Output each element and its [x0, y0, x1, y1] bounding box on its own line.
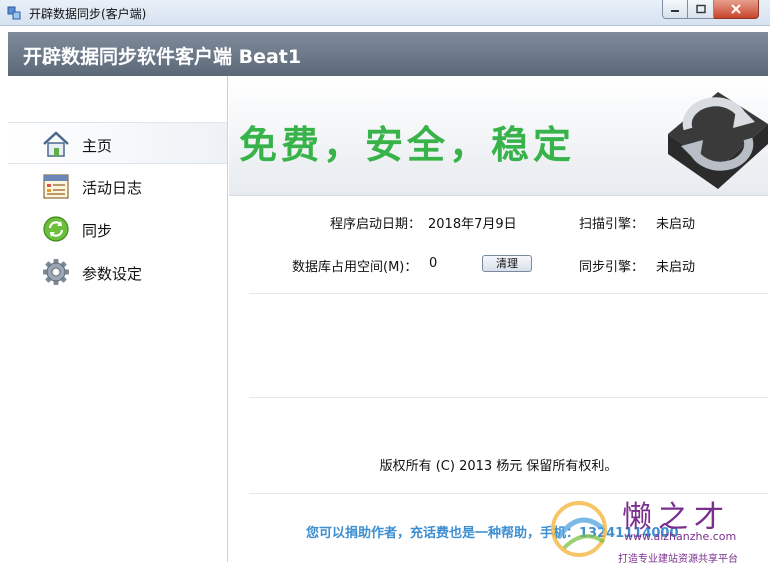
app-header: 开辟数据同步软件客户端 Beat1: [8, 32, 768, 76]
sync-icon: [43, 216, 69, 242]
sync-engine-status: 未启动: [656, 260, 696, 275]
sidebar-item-label: 参数设定: [82, 265, 143, 283]
sidebar-item-sync[interactable]: 同步: [8, 208, 227, 250]
close-icon: [731, 4, 741, 14]
sidebar-item-label: 同步: [82, 222, 113, 240]
copyright-text: 版权所有 (C) 2013 杨元 保留所有权利。: [379, 459, 618, 474]
home-icon: [43, 131, 69, 157]
sync-logo-icon: [668, 92, 768, 189]
window-titlebar[interactable]: 开辟数据同步(客户端): [0, 0, 770, 26]
watermark: 懒之才 www.aizhanzhe.com 打造专业建站资源共享平台: [540, 488, 768, 568]
scan-engine-label: 扫描引擎：: [579, 217, 645, 232]
start-date-value: 2018年7月9日: [428, 217, 517, 232]
close-button[interactable]: [714, 0, 759, 19]
sidebar-item-settings[interactable]: 参数设定: [8, 251, 227, 293]
sidebar-item-label: 活动日志: [82, 179, 143, 197]
sidebar-item-home[interactable]: 主页: [8, 122, 227, 164]
banner-slogan: 免费，安全，稳定: [239, 123, 576, 167]
divider: [249, 397, 768, 398]
db-space-label: 数据库占用空间(M)：: [292, 260, 418, 275]
gear-icon: [43, 259, 69, 285]
db-space-value: 0: [429, 256, 438, 271]
maximize-button[interactable]: [688, 0, 714, 19]
watermark-url: www.aizhanzhe.com: [624, 530, 737, 543]
sidebar-nav: 主页 活动日志 同步 参数设定: [8, 76, 228, 562]
watermark-logo-icon: [551, 501, 607, 557]
minimize-icon: [671, 10, 679, 12]
app-title: 开辟数据同步软件客户端 Beat1: [23, 46, 302, 68]
watermark-slogan: 打造专业建站资源共享平台: [618, 554, 738, 565]
sidebar-item-activity-log[interactable]: 活动日志: [8, 165, 227, 207]
scan-engine-status: 未启动: [656, 217, 696, 232]
maximize-icon: [695, 4, 706, 14]
divider: [249, 293, 768, 294]
app-icon: [7, 6, 21, 20]
minimize-button[interactable]: [662, 0, 688, 19]
clear-button[interactable]: 清理: [482, 255, 532, 272]
start-date-label: 程序启动日期：: [330, 217, 422, 232]
window-title: 开辟数据同步(客户端): [29, 7, 147, 21]
sidebar-item-label: 主页: [82, 137, 113, 155]
calendar-log-icon: [43, 174, 69, 199]
sync-engine-label: 同步引擎：: [579, 260, 645, 275]
banner: 免费，安全，稳定: [229, 76, 768, 196]
